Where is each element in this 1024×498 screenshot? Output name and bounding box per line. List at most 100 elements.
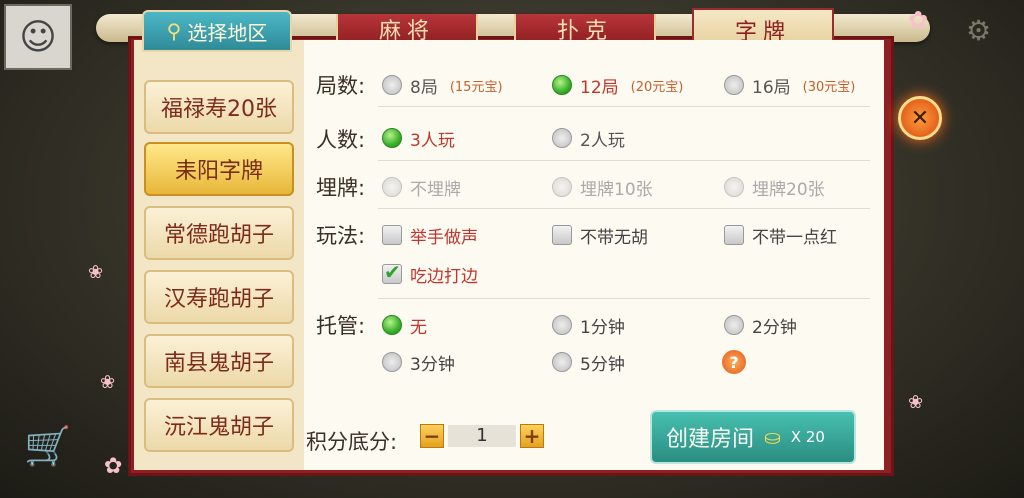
game-list-sidebar: 福禄寿20张 耒阳字牌 常德跑胡子 汉寿跑胡子 南县鬼胡子 沅江鬼胡子 <box>134 40 304 470</box>
trustee-option-2min[interactable]: 2分钟 <box>724 312 797 338</box>
create-room-cost: X 20 <box>790 428 825 446</box>
sidebar-item-label: 福禄寿20张 <box>161 97 277 122</box>
radio-icon <box>382 177 402 197</box>
trustee-option-3min[interactable]: 3分钟 <box>382 349 455 375</box>
region-select-tab[interactable]: ⚲ 选择地区 <box>142 10 292 52</box>
region-tab-label: 选择地区 <box>187 20 268 45</box>
players-option-2[interactable]: 2人玩 <box>552 125 625 151</box>
players-label: 人数: <box>316 128 366 152</box>
radio-icon <box>724 75 744 95</box>
petal-icon: ❀ <box>88 262 104 283</box>
radio-icon <box>724 177 744 197</box>
option-text: 1分钟 <box>580 317 625 338</box>
option-text: 5分钟 <box>580 354 625 375</box>
sidebar-item-changde[interactable]: 常德跑胡子 <box>144 206 294 260</box>
score-base-stepper: − 1 + <box>420 424 544 448</box>
rounds-option-16[interactable]: 16局 (30元宝) <box>724 72 855 98</box>
sidebar-item-fulushou[interactable]: 福禄寿20张 <box>144 80 294 134</box>
checkbox-checked-icon <box>382 260 402 284</box>
gear-icon[interactable]: ⚙ <box>966 14 991 47</box>
flower-icon: ✿ <box>104 454 123 479</box>
divider <box>378 298 870 299</box>
bury-option-10[interactable]: 埋牌10张 <box>552 174 653 200</box>
rule-option-no-dianhong[interactable]: 不带一点红 <box>724 222 837 248</box>
sidebar-item-label: 耒阳字牌 <box>174 159 263 184</box>
gold-ingot-icon: ⛀ <box>764 425 781 449</box>
sidebar-item-label: 沅江鬼胡子 <box>163 415 274 440</box>
close-icon: ✕ <box>910 105 930 131</box>
price-text: (20元宝) <box>630 79 684 95</box>
options-panel <box>304 40 884 470</box>
rounds-option-12[interactable]: 12局 (20元宝) <box>552 72 683 98</box>
sidebar-item-nanxian[interactable]: 南县鬼胡子 <box>144 334 294 388</box>
radio-icon <box>552 177 572 197</box>
close-button[interactable]: ✕ <box>898 96 942 140</box>
radio-icon <box>382 352 402 372</box>
flower-icon: ✿ <box>908 6 929 34</box>
trustee-label: 托管: <box>316 314 366 338</box>
option-text: 吃边打边 <box>410 266 478 287</box>
divider <box>378 160 870 161</box>
avatar[interactable]: ☺ <box>4 4 72 70</box>
option-text: 16局 <box>752 77 791 98</box>
score-base-value: 1 <box>448 425 516 447</box>
sidebar-item-label: 常德跑胡子 <box>163 223 274 248</box>
petal-icon: ❀ <box>100 372 116 393</box>
price-text: (30元宝) <box>802 79 856 95</box>
sidebar-item-label: 汉寿跑胡子 <box>163 287 274 312</box>
option-text: 无 <box>410 317 427 338</box>
radio-icon <box>552 315 572 335</box>
radio-icon <box>552 352 572 372</box>
location-pin-icon: ⚲ <box>166 19 182 43</box>
rule-option-raise-hand[interactable]: 举手做声 <box>382 222 478 248</box>
divider <box>378 106 870 107</box>
option-text: 8局 <box>410 77 438 98</box>
option-text: 埋牌20张 <box>752 179 825 200</box>
create-room-label: 创建房间 <box>666 427 755 452</box>
rules-label: 玩法: <box>316 224 366 248</box>
plus-button[interactable]: + <box>520 424 544 448</box>
trustee-option-1min[interactable]: 1分钟 <box>552 312 625 338</box>
option-text: 3分钟 <box>410 354 455 375</box>
option-text: 2人玩 <box>580 130 625 151</box>
option-text: 12局 <box>580 77 619 98</box>
radio-icon <box>382 75 402 95</box>
minus-button[interactable]: − <box>420 424 444 448</box>
price-text: (15元宝) <box>449 79 503 95</box>
rule-option-no-wuhu[interactable]: 不带无胡 <box>552 222 648 248</box>
bury-label: 埋牌: <box>316 176 366 200</box>
score-base-label: 积分底分: <box>306 430 398 454</box>
divider <box>378 208 870 209</box>
checkbox-icon <box>724 225 744 245</box>
option-text: 不带无胡 <box>580 227 648 248</box>
create-room-button[interactable]: 创建房间 ⛀ X 20 <box>650 410 856 464</box>
trustee-option-none[interactable]: 无 <box>382 312 427 338</box>
sidebar-item-yuanjiang[interactable]: 沅江鬼胡子 <box>144 398 294 452</box>
option-text: 3人玩 <box>410 130 455 151</box>
bury-option-none[interactable]: 不埋牌 <box>382 174 461 200</box>
sidebar-item-leiyang[interactable]: 耒阳字牌 <box>144 142 294 196</box>
sidebar-item-hanshou[interactable]: 汉寿跑胡子 <box>144 270 294 324</box>
option-text: 不带一点红 <box>752 227 837 248</box>
help-icon[interactable]: ? <box>722 350 746 374</box>
rule-option-chibian[interactable]: 吃边打边 <box>382 260 478 287</box>
radio-icon <box>724 315 744 335</box>
option-text: 2分钟 <box>752 317 797 338</box>
radio-selected-icon <box>382 315 402 335</box>
cart-icon[interactable]: 🛒 <box>24 424 71 469</box>
option-text: 举手做声 <box>410 227 478 248</box>
trustee-option-5min[interactable]: 5分钟 <box>552 349 625 375</box>
option-text: 不埋牌 <box>410 179 461 200</box>
radio-icon <box>552 128 572 148</box>
checkbox-icon <box>382 225 402 245</box>
checkbox-icon <box>552 225 572 245</box>
bury-option-20[interactable]: 埋牌20张 <box>724 174 825 200</box>
petal-icon: ❀ <box>908 392 924 413</box>
radio-selected-icon <box>382 128 402 148</box>
option-text: 埋牌10张 <box>580 179 653 200</box>
players-option-3[interactable]: 3人玩 <box>382 125 455 151</box>
user-icon: ☺ <box>19 16 57 58</box>
radio-selected-icon <box>552 75 572 95</box>
rounds-label: 局数: <box>316 74 366 98</box>
rounds-option-8[interactable]: 8局 (15元宝) <box>382 72 503 98</box>
